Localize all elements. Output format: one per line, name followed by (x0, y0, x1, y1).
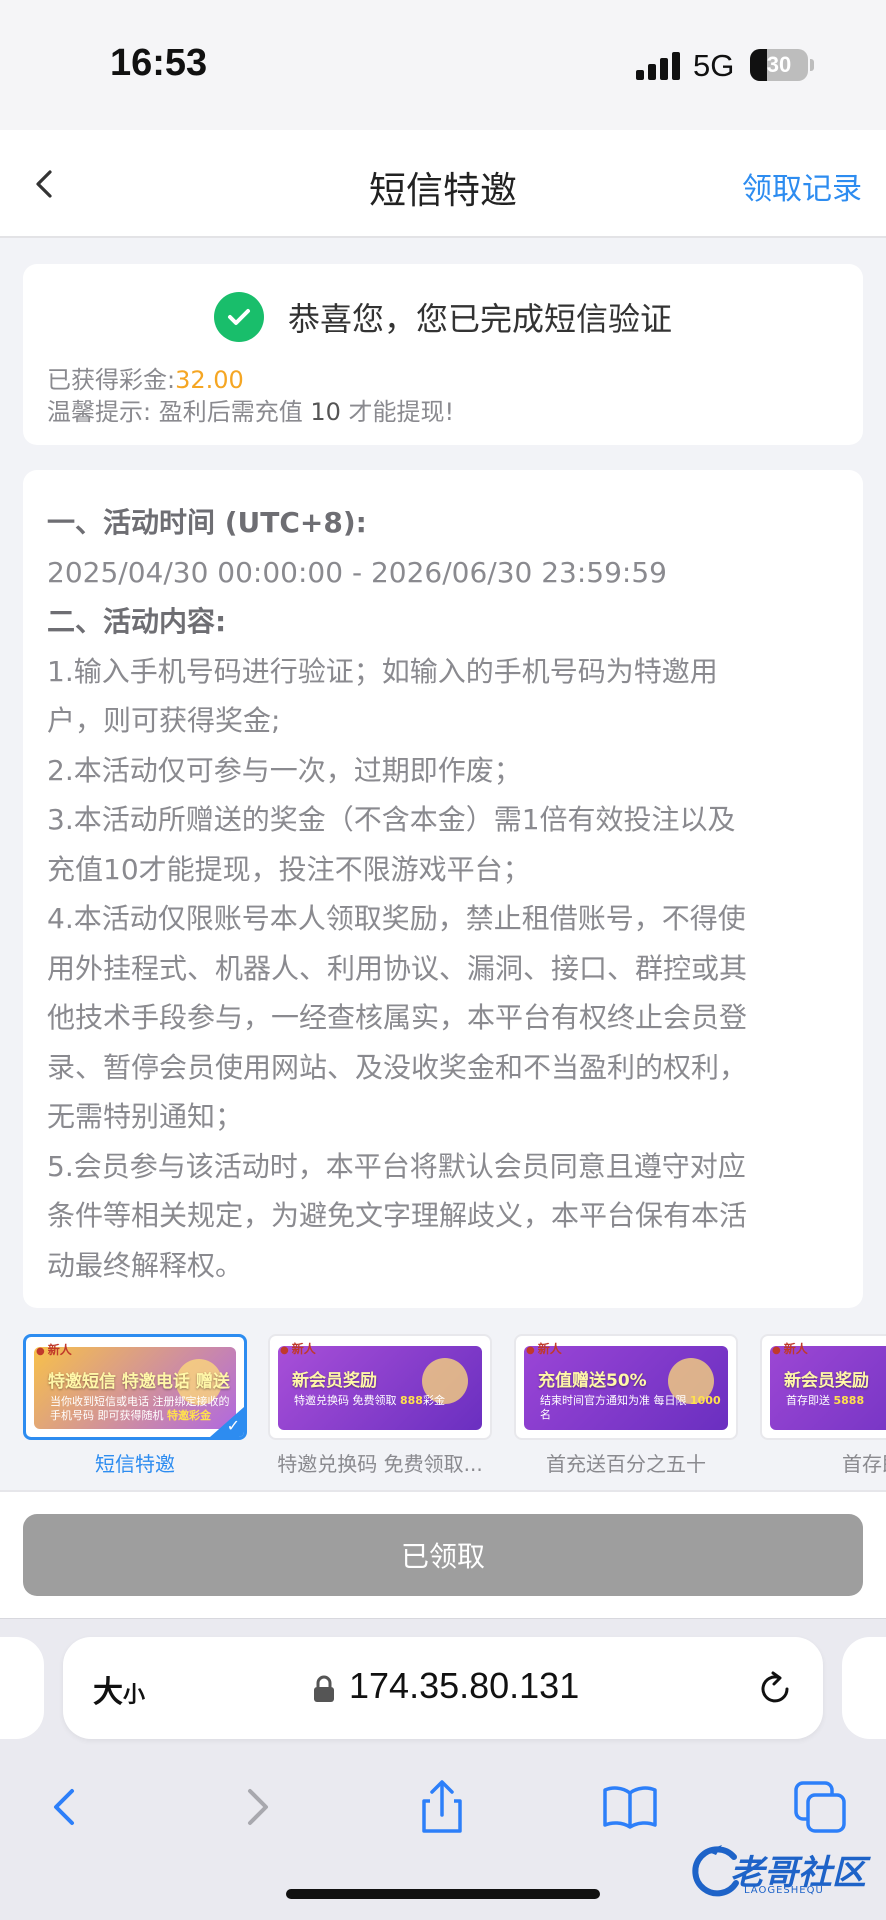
bonus-line: 已获得彩金:32.00 (47, 360, 244, 395)
new-user-tag: 新人 (36, 1341, 72, 1358)
bonus-value: 32.00 (175, 366, 244, 394)
claim-record-link[interactable]: 领取记录 (742, 164, 862, 208)
banner-art: 特邀短信 特邀电话 赠送当你收到短信或电话 注册绑定接收的手机号码 即可获得随机… (34, 1347, 236, 1429)
banner-highlight: 特邀彩金 (167, 1409, 211, 1422)
success-row: 恭喜您，您已完成短信验证 (23, 286, 863, 348)
lock-icon (314, 1675, 334, 1702)
banner-title: 特邀短信 特邀电话 赠送 (48, 1372, 230, 1392)
banner-subtitle: 首存即送 5888 (786, 1394, 864, 1408)
rules-section-heading: 二、活动内容: (47, 605, 227, 638)
network-type: 5G (693, 48, 735, 83)
status-bar: 16:53 5G 30 (0, 0, 886, 130)
rules-line: 2.本活动仅可参与一次，过期即作废； (47, 753, 522, 787)
home-indicator (286, 1889, 600, 1899)
tip-suffix: 才能提现! (340, 398, 455, 426)
claimed-button[interactable]: 已领取 (23, 1514, 863, 1596)
battery-tip (810, 59, 814, 71)
rules-line: 5.会员参与该活动时，本平台将默认会员同意且遵守对应 (47, 1149, 746, 1183)
rules-line: 充值10才能提现，投注不限游戏平台； (47, 852, 531, 886)
address-bar[interactable]: 大小 174.35.80.131 (63, 1637, 823, 1739)
new-user-tag: 新人 (526, 1340, 562, 1357)
browser-back-icon[interactable] (36, 1777, 96, 1837)
promotion-carousel[interactable]: 特邀短信 特邀电话 赠送当你收到短信或电话 注册绑定接收的手机号码 即可获得随机… (0, 1330, 886, 1480)
watermark-subtext: LAOGESHEQU (744, 1885, 824, 1896)
tip-amount: 10 (310, 398, 341, 426)
rules-line: 录、暂停会员使用网站、及没收奖金和不当盈利的权利， (47, 1050, 748, 1084)
bonus-label: 已获得彩金: (47, 366, 176, 394)
rules-line: 户，则可获得奖金; (47, 704, 281, 737)
banner-title: 新会员奖励 (784, 1371, 869, 1391)
promotion-caption: 首充送百分之五十 (546, 1452, 706, 1476)
status-time: 16:53 (110, 42, 208, 84)
browser-forward-icon[interactable] (226, 1777, 286, 1837)
banner-subtitle: 结束时间官方通知为准 每日限 1000 名 (540, 1394, 728, 1422)
rules-line: 他技术手段参与，一经查核属实，本平台有权终止会员登 (47, 1001, 748, 1034)
watermark-logo: 老哥社区 LAOGESHEQU (686, 1841, 876, 1901)
banner-art: 新会员奖励首存即送 5888 (770, 1346, 886, 1430)
new-user-tag: 新人 (280, 1340, 316, 1357)
banner-highlight: 1000 (690, 1394, 721, 1407)
banner-art: 充值赠送50% 结束时间官方通知为准 每日限 1000 名 (524, 1346, 728, 1430)
rules-line: 4.本活动仅限账号本人领取奖励，禁止租借账号，不得使 (47, 902, 746, 935)
promotion-thumb[interactable]: 特邀短信 特邀电话 赠送当你收到短信或电话 注册绑定接收的手机号码 即可获得随机… (23, 1334, 247, 1477)
banner-subtitle: 当你收到短信或电话 注册绑定接收的手机号码 即可获得随机 特邀彩金 (50, 1395, 236, 1423)
promotion-caption: 短信特邀 (95, 1452, 175, 1476)
browser-chrome: 大小 174.35.80.131 老哥社区 LAOGESHEQU (0, 1618, 886, 1920)
new-user-tag: 新人 (772, 1340, 808, 1357)
promotion-thumb[interactable]: 新会员奖励特邀兑换码 免费领取 888彩金新人特邀兑换码 免费领取... (268, 1334, 492, 1477)
success-check-icon (213, 292, 264, 342)
banner-subtitle-text: 特邀兑换码 免费领取 (294, 1394, 397, 1407)
tip-prefix: 温馨提示: 盈利后需充值 (47, 398, 311, 426)
reload-icon[interactable] (753, 1667, 797, 1711)
nav-header: 短信特邀 领取记录 (0, 130, 886, 238)
rules-line: 1.输入手机号码进行验证；如输入的手机号码为特邀用 (47, 654, 718, 688)
previous-tab-pill[interactable] (0, 1637, 44, 1739)
banner-art: 新会员奖励特邀兑换码 免费领取 888彩金 (278, 1346, 482, 1430)
url-text[interactable]: 174.35.80.131 (349, 1665, 579, 1707)
banner-unit: 名 (540, 1408, 551, 1421)
promotion-banner-image[interactable]: 新会员奖励特邀兑换码 免费领取 888彩金新人 (268, 1334, 492, 1440)
action-area: 已领取 (0, 1490, 886, 1618)
banner-subtitle-text: 结束时间官方通知为准 每日限 (540, 1394, 687, 1407)
rules-section-heading: 一、活动时间 (UTC+8): (47, 506, 367, 539)
promotion-banner-image[interactable]: 新会员奖励首存即送 5888新人 (760, 1334, 886, 1440)
banner-subtitle-text: 首存即送 (786, 1394, 830, 1407)
battery-icon: 30 (750, 49, 808, 81)
banner-subtitle: 特邀兑换码 免费领取 888彩金 (294, 1394, 445, 1408)
success-message: 恭喜您，您已完成短信验证 (287, 300, 672, 338)
promotion-caption: 特邀兑换码 免费领取... (277, 1452, 483, 1476)
next-tab-pill[interactable] (842, 1637, 886, 1739)
banner-title: 充值赠送50% (538, 1371, 647, 1391)
rules-line: 动最终解释权。 (47, 1248, 244, 1282)
rules-line: 条件等相关规定，为避免文字理解歧义，本平台保有本活 (47, 1199, 748, 1232)
promotion-thumb[interactable]: 充值赠送50% 结束时间官方通知为准 每日限 1000 名 新人首充送百分之五十 (514, 1334, 738, 1477)
share-icon[interactable] (412, 1777, 472, 1837)
withdraw-tip: 温馨提示: 盈利后需充值 10 才能提现! (47, 392, 454, 427)
promotion-banner-image[interactable]: 特邀短信 特邀电话 赠送当你收到短信或电话 注册绑定接收的手机号码 即可获得随机… (23, 1334, 247, 1440)
rules-line: 3.本活动所赠送的奖金（不含本金）需1倍有效投注以及 (47, 803, 736, 836)
text-size-big: 大 (93, 1675, 123, 1710)
rules-line: 无需特别通知； (47, 1100, 244, 1133)
promotion-banner-image[interactable]: 充值赠送50% 结束时间官方通知为准 每日限 1000 名 新人 (514, 1334, 738, 1440)
promotion-caption: 首存即 (842, 1452, 886, 1476)
battery-percent: 30 (766, 52, 792, 77)
cellular-signal-icon (636, 52, 680, 80)
banner-highlight: 888 (400, 1394, 423, 1407)
activity-rules-card: 一、活动时间 (UTC+8): 2025/04/30 00:00:00 - 202… (23, 470, 863, 1308)
promotion-thumb[interactable]: 新会员奖励首存即送 5888新人首存即 (760, 1334, 886, 1477)
rules-line: 2025/04/30 00:00:00 - 2026/06/30 23:59:5… (47, 555, 667, 589)
verification-success-card: 恭喜您，您已完成短信验证 已获得彩金:32.00 温馨提示: 盈利后需充值 10… (23, 264, 863, 445)
rules-line: 用外挂程式、机器人、利用协议、漏洞、接口、群控或其 (47, 951, 748, 985)
text-size-small: 小 (123, 1683, 146, 1708)
text-size-button[interactable]: 大小 (93, 1667, 145, 1711)
bookmarks-icon[interactable] (600, 1777, 660, 1837)
banner-highlight: 5888 (833, 1394, 865, 1407)
banner-unit: 彩金 (422, 1394, 445, 1407)
banner-title: 新会员奖励 (292, 1371, 377, 1391)
tabs-icon[interactable] (790, 1777, 850, 1837)
